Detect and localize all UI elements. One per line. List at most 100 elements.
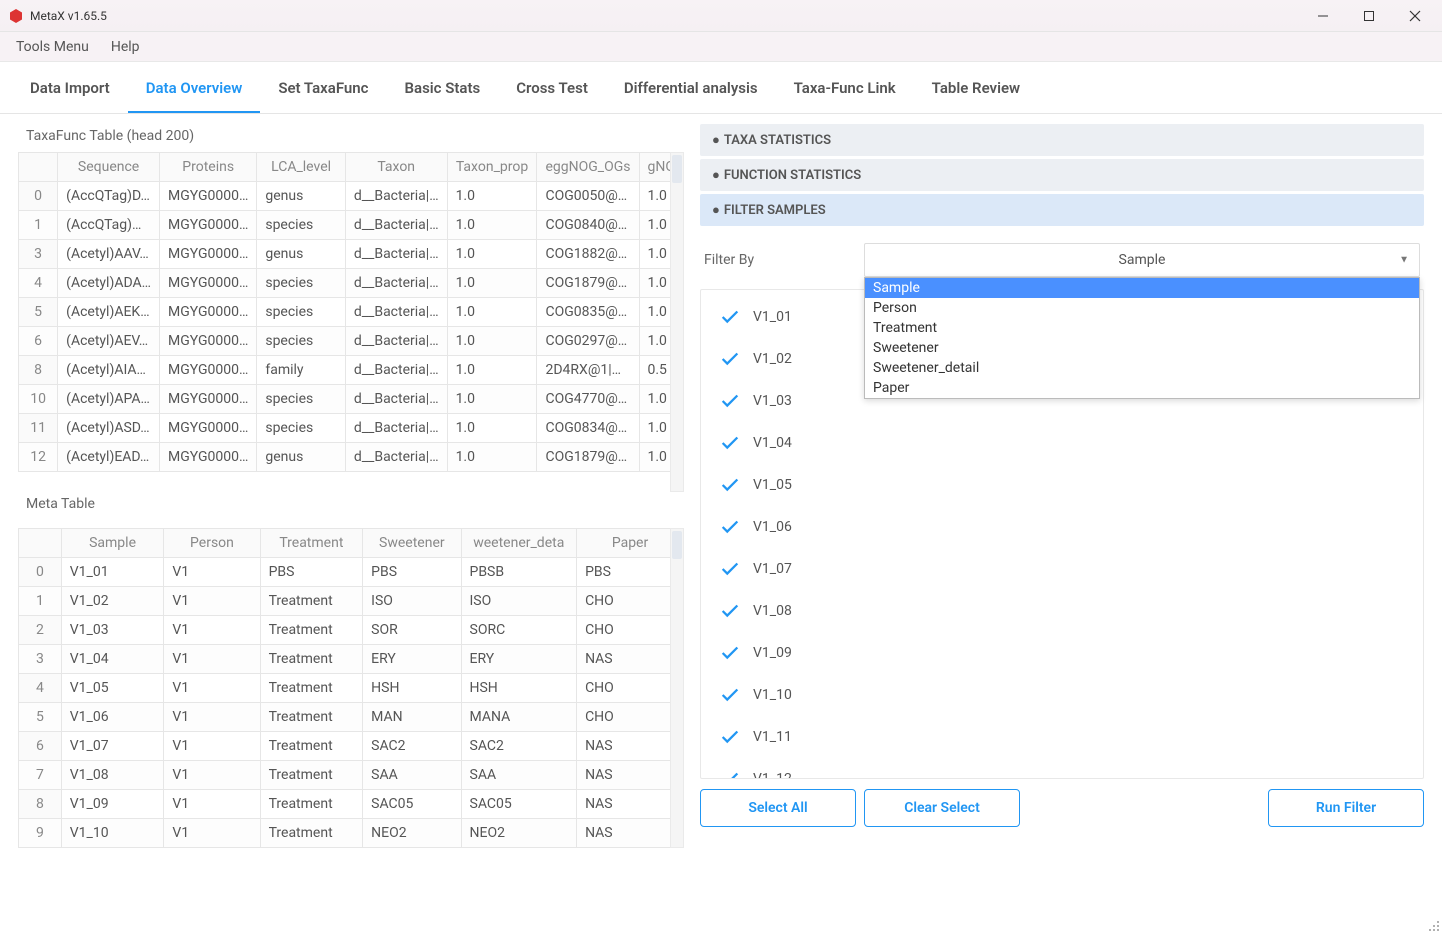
dropdown-option[interactable]: Sweetener_detail xyxy=(865,358,1419,378)
sample-check-item[interactable]: V1_06 xyxy=(701,506,1423,548)
table-row[interactable]: 7V1_08V1TreatmentSAASAANAS xyxy=(19,761,684,790)
titlebar: MetaX v1.65.5 xyxy=(0,0,1442,32)
table-row[interactable]: 8V1_09V1TreatmentSAC05SAC05NAS xyxy=(19,790,684,819)
table-cell: CHO xyxy=(577,674,684,703)
table-row[interactable]: 3V1_04V1TreatmentERYERYNAS xyxy=(19,645,684,674)
table-row[interactable]: 5V1_06V1TreatmentMANMANACHO xyxy=(19,703,684,732)
table-cell: Treatment xyxy=(260,732,363,761)
scrollbar-vertical[interactable] xyxy=(670,152,684,492)
table-row[interactable]: 10(Acetyl)APA…MGYG0000…speciesd__Bacteri… xyxy=(19,385,684,414)
table-row[interactable]: 2V1_03V1TreatmentSORSORCCHO xyxy=(19,616,684,645)
tab-taxa-func-link[interactable]: Taxa-Func Link xyxy=(776,65,914,113)
table-row[interactable]: 6(Acetyl)AEV…MGYG0000…speciesd__Bacteria… xyxy=(19,327,684,356)
table-cell: HSH xyxy=(461,674,577,703)
table-row[interactable]: 11(Acetyl)ASD…MGYG0000…speciesd__Bacteri… xyxy=(19,414,684,443)
table-row[interactable]: 0(AccQTag)D…MGYG0000…genusd__Bacteria|…1… xyxy=(19,182,684,211)
scrollbar-vertical[interactable] xyxy=(670,528,684,848)
table-row[interactable]: 4(Acetyl)ADA…MGYG0000…speciesd__Bacteria… xyxy=(19,269,684,298)
column-header[interactable]: Person xyxy=(164,529,260,558)
table-cell: SAA xyxy=(363,761,461,790)
table-cell: 1.0 xyxy=(447,414,537,443)
maximize-button[interactable] xyxy=(1346,1,1392,31)
tab-data-import[interactable]: Data Import xyxy=(12,65,128,113)
table-cell: species xyxy=(257,414,345,443)
menu-tools[interactable]: Tools Menu xyxy=(6,35,99,59)
column-header[interactable]: Treatment xyxy=(260,529,363,558)
dropdown-option[interactable]: Person xyxy=(865,298,1419,318)
table-row[interactable]: 3(Acetyl)AAV…MGYG0000…genusd__Bacteria|…… xyxy=(19,240,684,269)
menubar: Tools Menu Help xyxy=(0,32,1442,62)
run-filter-button[interactable]: Run Filter xyxy=(1268,789,1424,827)
table-row[interactable]: 0V1_01V1PBSPBSPBSBPBS xyxy=(19,558,684,587)
select-all-button[interactable]: Select All xyxy=(700,789,856,827)
column-header[interactable]: weetener_deta xyxy=(461,529,577,558)
accordion-filter-samples[interactable]: ●FILTER SAMPLES xyxy=(700,194,1424,226)
sample-check-item[interactable]: V1_10 xyxy=(701,674,1423,716)
row-header: 6 xyxy=(19,327,58,356)
sample-label: V1_12 xyxy=(753,771,792,779)
dropdown-option[interactable]: Paper xyxy=(865,378,1419,398)
resize-grip-icon[interactable] xyxy=(1426,918,1440,932)
tab-cross-test[interactable]: Cross Test xyxy=(498,65,606,113)
close-button[interactable] xyxy=(1392,1,1438,31)
table-cell: MGYG0000… xyxy=(160,240,257,269)
table-cell: V1 xyxy=(164,645,260,674)
table-row[interactable]: 1(AccQTag)…MGYG0000…speciesd__Bacteria|…… xyxy=(19,211,684,240)
minimize-button[interactable] xyxy=(1300,1,1346,31)
tab-data-overview[interactable]: Data Overview xyxy=(128,65,261,113)
table-cell: 1.0 xyxy=(447,211,537,240)
table-cell: V1_05 xyxy=(61,674,164,703)
table-row[interactable]: 9V1_10V1TreatmentNEO2NEO2NAS xyxy=(19,819,684,848)
table-cell: d__Bacteria|… xyxy=(345,269,447,298)
table-row[interactable]: 5(Acetyl)AEK…MGYG0000…speciesd__Bacteria… xyxy=(19,298,684,327)
table-row[interactable]: 12(Acetyl)EAD…MGYG0000…genusd__Bacteria|… xyxy=(19,443,684,472)
sample-label: V1_06 xyxy=(753,519,792,535)
column-header[interactable]: Proteins xyxy=(160,153,257,182)
filter-by-dropdown[interactable]: SamplePersonTreatmentSweetenerSweetener_… xyxy=(864,277,1420,399)
sample-check-item[interactable]: V1_12 xyxy=(701,758,1423,779)
table-row[interactable]: 1V1_02V1TreatmentISOISOCHO xyxy=(19,587,684,616)
table-cell: species xyxy=(257,385,345,414)
table-row[interactable]: 8(Acetyl)AIA…MGYG0000…familyd__Bacteria|… xyxy=(19,356,684,385)
sample-check-item[interactable]: V1_08 xyxy=(701,590,1423,632)
filter-by-combo[interactable]: Sample ▼ SamplePersonTreatmentSweetenerS… xyxy=(864,243,1420,277)
sample-check-item[interactable]: V1_09 xyxy=(701,632,1423,674)
accordion-function-statistics[interactable]: ●FUNCTION STATISTICS xyxy=(700,159,1424,191)
tab-differential-analysis[interactable]: Differential analysis xyxy=(606,65,776,113)
table-cell: 1.0 xyxy=(447,385,537,414)
clear-select-button[interactable]: Clear Select xyxy=(864,789,1020,827)
table-cell: (Acetyl)EAD… xyxy=(58,443,160,472)
sample-label: V1_07 xyxy=(753,561,792,577)
sample-check-item[interactable]: V1_11 xyxy=(701,716,1423,758)
tab-set-taxafunc[interactable]: Set TaxaFunc xyxy=(260,65,386,113)
row-header: 0 xyxy=(19,182,58,211)
dropdown-option[interactable]: Sweetener xyxy=(865,338,1419,358)
accordion-taxa-statistics[interactable]: ●TAXA STATISTICS xyxy=(700,124,1424,156)
column-header[interactable]: Sweetener xyxy=(363,529,461,558)
column-header[interactable]: eggNOG_OGs xyxy=(537,153,639,182)
column-header[interactable]: LCA_level xyxy=(257,153,345,182)
meta-table[interactable]: SamplePersonTreatmentSweetenerweetener_d… xyxy=(18,528,684,848)
table-row[interactable]: 6V1_07V1TreatmentSAC2SAC2NAS xyxy=(19,732,684,761)
column-header[interactable]: Sample xyxy=(61,529,164,558)
sample-check-item[interactable]: V1_04 xyxy=(701,422,1423,464)
table-row[interactable]: 4V1_05V1TreatmentHSHHSHCHO xyxy=(19,674,684,703)
table-cell: (AccQTag)D… xyxy=(58,182,160,211)
table-cell: NAS xyxy=(577,645,684,674)
table-cell: CHO xyxy=(577,587,684,616)
table-cell: 1.0 xyxy=(447,269,537,298)
column-header[interactable]: Paper xyxy=(577,529,684,558)
table-cell: 1.0 xyxy=(447,182,537,211)
sample-check-item[interactable]: V1_07 xyxy=(701,548,1423,590)
tab-table-review[interactable]: Table Review xyxy=(914,65,1038,113)
menu-help[interactable]: Help xyxy=(101,35,150,59)
taxafunc-table[interactable]: SequenceProteinsLCA_levelTaxonTaxon_prop… xyxy=(18,152,684,492)
column-header[interactable]: Sequence xyxy=(58,153,160,182)
tab-basic-stats[interactable]: Basic Stats xyxy=(386,65,498,113)
sample-check-item[interactable]: V1_05 xyxy=(701,464,1423,506)
dropdown-option[interactable]: Treatment xyxy=(865,318,1419,338)
row-header: 8 xyxy=(19,356,58,385)
column-header[interactable]: Taxon_prop xyxy=(447,153,537,182)
dropdown-option[interactable]: Sample xyxy=(865,278,1419,298)
column-header[interactable]: Taxon xyxy=(345,153,447,182)
